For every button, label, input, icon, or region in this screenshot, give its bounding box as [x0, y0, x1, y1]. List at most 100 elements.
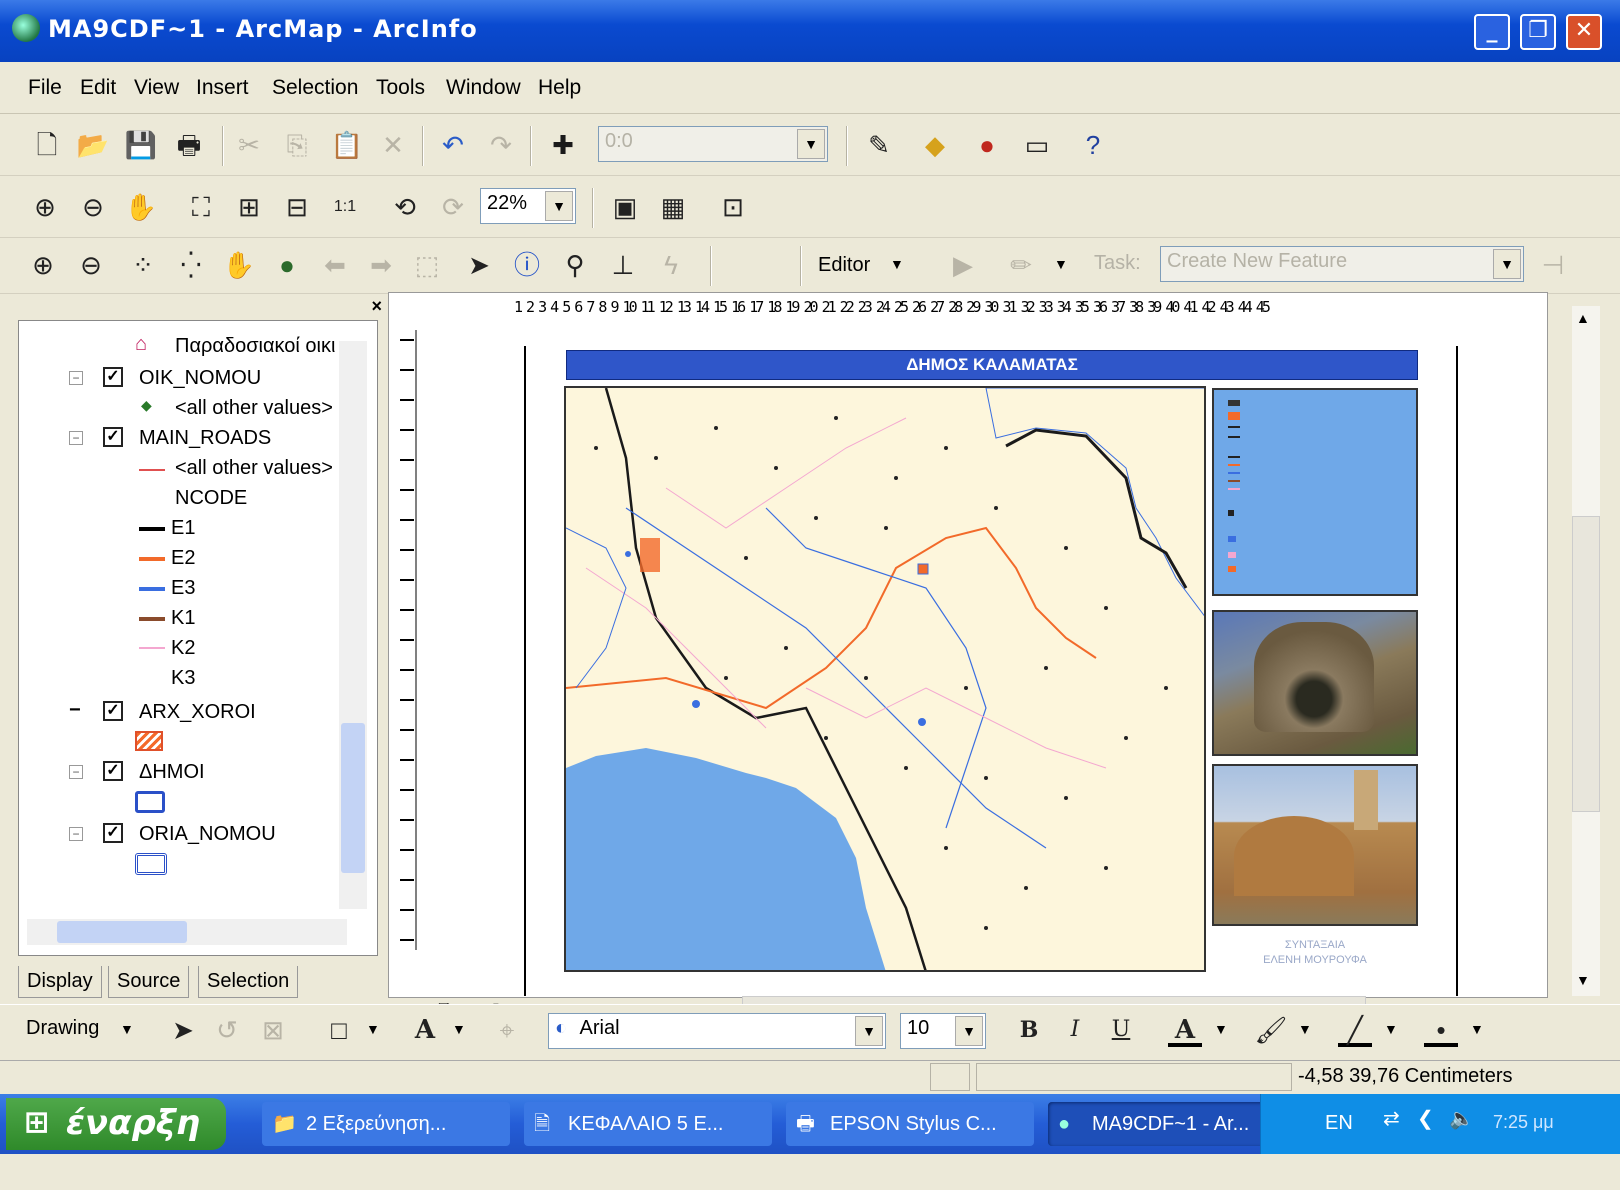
map-title-bar[interactable]: ΔΗΜΟΣ ΚΑΛΑΜΑΤΑΣ [566, 350, 1418, 380]
network-icon[interactable]: ⇄ [1383, 1106, 1400, 1131]
whats-this-help-icon[interactable]: ? [1076, 128, 1110, 162]
open-folder-icon[interactable]: 📂 [76, 128, 110, 162]
castle-photo[interactable] [1212, 610, 1418, 756]
fill-color-icon[interactable]: 🖌 [1254, 1013, 1288, 1047]
add-data-icon[interactable]: ✚ [546, 128, 580, 162]
go-forward-extent-icon[interactable]: ⟳ [436, 190, 470, 224]
full-extent-globe-icon[interactable]: ● [270, 248, 304, 282]
font-combo[interactable]: ◐ Arial ▼ [548, 1013, 886, 1049]
drawing-menu[interactable]: Drawing [26, 1017, 99, 1040]
fixed-zoom-in-map-icon[interactable]: ⁘ [126, 248, 160, 282]
taskbar-item-printer[interactable]: 🖶 EPSON Stylus C... [786, 1102, 1034, 1146]
find-binoculars-icon[interactable]: ⚲ [558, 248, 592, 282]
layer-arx-xoroi[interactable]: ARX_XOROI [139, 701, 256, 724]
taskbar-item-word[interactable]: 🗎 ΚΕΦΑΛΑΙΟ 5 Ε... [524, 1102, 772, 1146]
bold-button[interactable]: B [1012, 1013, 1046, 1047]
fixed-zoom-out-icon[interactable]: ⊟ [280, 190, 314, 224]
delete-icon[interactable]: ✕ [376, 128, 410, 162]
menu-file[interactable]: File [28, 76, 62, 100]
menu-window[interactable]: Window [446, 76, 521, 100]
rectangle-dropdown-icon[interactable]: ▼ [366, 1021, 380, 1037]
fixed-zoom-out-map-icon[interactable]: ⁛ [174, 248, 208, 282]
close-button[interactable]: ✕ [1566, 14, 1602, 50]
legend-frame[interactable] [1212, 388, 1418, 596]
layer-checkbox-oik-nomou[interactable]: ✓ [103, 367, 123, 387]
collapse-icon[interactable]: − [69, 431, 83, 445]
menu-tools[interactable]: Tools [376, 76, 425, 100]
text-dropdown-icon[interactable]: ▼ [452, 1021, 466, 1037]
redo-icon[interactable]: ↷ [484, 128, 518, 162]
select-features-icon[interactable]: ⬚ [410, 248, 444, 282]
toc-hscroll-thumb[interactable] [57, 921, 187, 943]
editor-dropdown-icon[interactable]: ▼ [890, 256, 904, 272]
layout-vertical-scrollbar[interactable]: ▲ ▼ [1572, 306, 1600, 996]
callout-icon[interactable]: ⌖ [490, 1013, 524, 1047]
new-text-icon[interactable]: A [408, 1013, 442, 1047]
menu-insert[interactable]: Insert [196, 76, 249, 100]
chevron-down-icon[interactable]: ▼ [797, 129, 825, 159]
marker-color-dropdown-icon[interactable]: ▼ [1470, 1021, 1484, 1037]
show-hidden-icons-chevron[interactable]: ❮ [1417, 1106, 1434, 1131]
menu-view[interactable]: View [134, 76, 179, 100]
italic-button[interactable]: I [1058, 1013, 1092, 1047]
chevron-down-icon[interactable]: ▼ [545, 191, 573, 221]
church-photo[interactable] [1212, 764, 1418, 926]
menu-edit[interactable]: Edit [80, 76, 116, 100]
command-line-icon[interactable]: ▭ [1020, 128, 1054, 162]
editor-menu[interactable]: Editor [818, 254, 870, 277]
layer-checkbox-arx-xoroi[interactable]: ✓ [103, 701, 123, 721]
language-indicator[interactable]: EN [1325, 1112, 1353, 1135]
collapse-icon[interactable]: − [69, 827, 83, 841]
start-button[interactable]: ⊞ έναρξη [6, 1098, 226, 1150]
taskbar-item-arcmap[interactable]: ● MA9CDF~1 - Ar... [1048, 1102, 1296, 1146]
rotate-icon[interactable]: ↺ [210, 1013, 244, 1047]
task-combo[interactable]: Create New Feature ▼ [1160, 246, 1524, 282]
sketch-tool-icon[interactable]: ✏ [1004, 248, 1038, 282]
identify-info-icon[interactable]: ⓘ [510, 248, 544, 282]
font-color-dropdown-icon[interactable]: ▼ [1214, 1021, 1228, 1037]
paste-icon[interactable]: 📋 [330, 128, 364, 162]
fill-color-dropdown-icon[interactable]: ▼ [1298, 1021, 1312, 1037]
zoom-whole-page-icon[interactable]: ⛶ [184, 190, 218, 224]
sketch-dropdown-icon[interactable]: ▼ [1054, 256, 1068, 272]
zoom-100-percent-icon[interactable]: 1:1 [328, 190, 362, 224]
map-scale-combo[interactable]: 0:0 ▼ [598, 126, 828, 162]
zoom-to-selected-icon[interactable]: ⊠ [256, 1013, 290, 1047]
back-arrow-icon[interactable]: ⬅ [318, 248, 352, 282]
go-back-extent-icon[interactable]: ⟲ [388, 190, 422, 224]
arctoolbox-icon[interactable]: ● [970, 128, 1004, 162]
cut-icon[interactable]: ✂ [232, 128, 266, 162]
layer-dimoi[interactable]: ΔΗΜΟΙ [139, 761, 205, 784]
underline-button[interactable]: U [1104, 1013, 1138, 1047]
taskbar-item-explorer[interactable]: 📁 2 Εξερεύνηση... [262, 1102, 510, 1146]
toc-vertical-scrollbar[interactable] [339, 341, 367, 909]
tab-display[interactable]: Display [18, 966, 102, 998]
title-bar[interactable]: MA9CDF~1 - ArcMap - ArcInfo _ ❐ ✕ [0, 0, 1620, 62]
editor-toolbar-icon[interactable]: ✎ [862, 128, 896, 162]
measure-icon[interactable]: ⊥ [606, 248, 640, 282]
layer-oria-nomou[interactable]: ORIA_NOMOU [139, 823, 276, 846]
layer-main-roads[interactable]: MAIN_ROADS [139, 427, 271, 450]
volume-icon[interactable]: 🔈 [1449, 1106, 1474, 1131]
target-layer-icon[interactable]: ⊣ [1536, 248, 1570, 282]
scroll-down-icon[interactable]: ▼ [1576, 972, 1590, 988]
minimize-button[interactable]: _ [1474, 14, 1510, 50]
change-layout-icon[interactable]: ⊡ [716, 190, 750, 224]
main-map-frame[interactable] [564, 386, 1206, 972]
arccatalog-icon[interactable]: ◆ [918, 128, 952, 162]
new-document-icon[interactable]: 🗋 [30, 128, 64, 162]
pan-hand-icon[interactable]: ✋ [222, 248, 256, 282]
save-icon[interactable]: 💾 [124, 128, 158, 162]
toc-horizontal-scrollbar[interactable] [27, 919, 347, 945]
menu-help[interactable]: Help [538, 76, 581, 100]
layout-zoom-combo[interactable]: 22% ▼ [480, 188, 576, 224]
font-size-combo[interactable]: 10 ▼ [900, 1013, 986, 1049]
select-elements-arrow-icon[interactable]: ➤ [462, 248, 496, 282]
print-icon[interactable]: 🖶 [172, 128, 206, 162]
layer-checkbox-dimoi[interactable]: ✓ [103, 761, 123, 781]
tab-source[interactable]: Source [108, 966, 190, 998]
copy-icon[interactable]: ⎘ [280, 128, 314, 162]
font-color-icon[interactable]: A [1168, 1013, 1202, 1047]
edit-tool-icon[interactable]: ▶ [946, 248, 980, 282]
line-color-dropdown-icon[interactable]: ▼ [1384, 1021, 1398, 1037]
